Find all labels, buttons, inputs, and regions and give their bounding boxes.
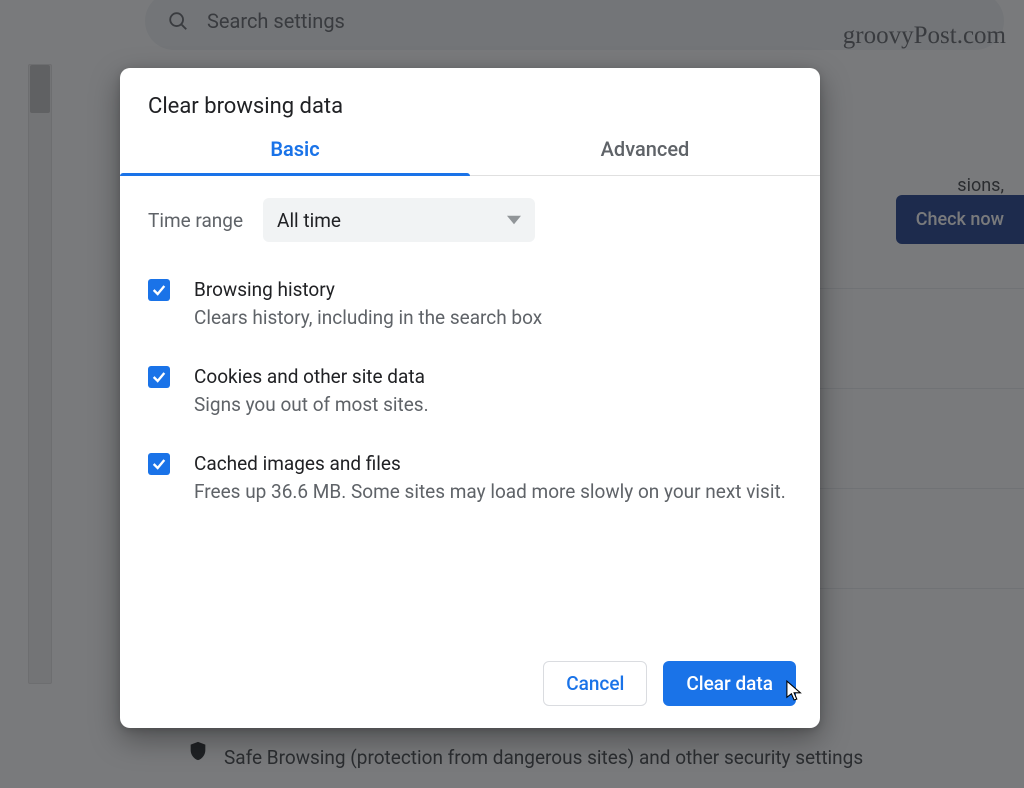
clear-data-button[interactable]: Clear data (663, 661, 796, 706)
check-icon (151, 456, 167, 472)
option-desc: Clears history, including in the search … (194, 304, 542, 332)
clear-browsing-data-dialog: Clear browsing data Basic Advanced Time … (120, 68, 820, 728)
chevron-down-icon (507, 213, 521, 227)
checkbox-browsing-history[interactable] (148, 279, 170, 301)
time-range-select[interactable]: All time (263, 198, 535, 242)
check-icon (151, 369, 167, 385)
cancel-button[interactable]: Cancel (543, 661, 647, 706)
dialog-title: Clear browsing data (120, 68, 820, 137)
time-range-value: All time (277, 209, 341, 232)
tab-advanced[interactable]: Advanced (470, 137, 820, 175)
option-cache: Cached images and files Frees up 36.6 MB… (120, 438, 820, 525)
option-title: Cached images and files (194, 450, 786, 478)
option-title: Cookies and other site data (194, 363, 429, 391)
option-title: Browsing history (194, 276, 542, 304)
tab-basic[interactable]: Basic (120, 137, 470, 175)
option-browsing-history: Browsing history Clears history, includi… (120, 264, 820, 351)
time-range-label: Time range (148, 209, 243, 232)
option-desc: Signs you out of most sites. (194, 391, 429, 419)
checkbox-cookies[interactable] (148, 366, 170, 388)
checkbox-cache[interactable] (148, 453, 170, 475)
tab-row: Basic Advanced (120, 137, 820, 176)
option-cookies: Cookies and other site data Signs you ou… (120, 351, 820, 438)
check-icon (151, 282, 167, 298)
option-desc: Frees up 36.6 MB. Some sites may load mo… (194, 478, 786, 506)
